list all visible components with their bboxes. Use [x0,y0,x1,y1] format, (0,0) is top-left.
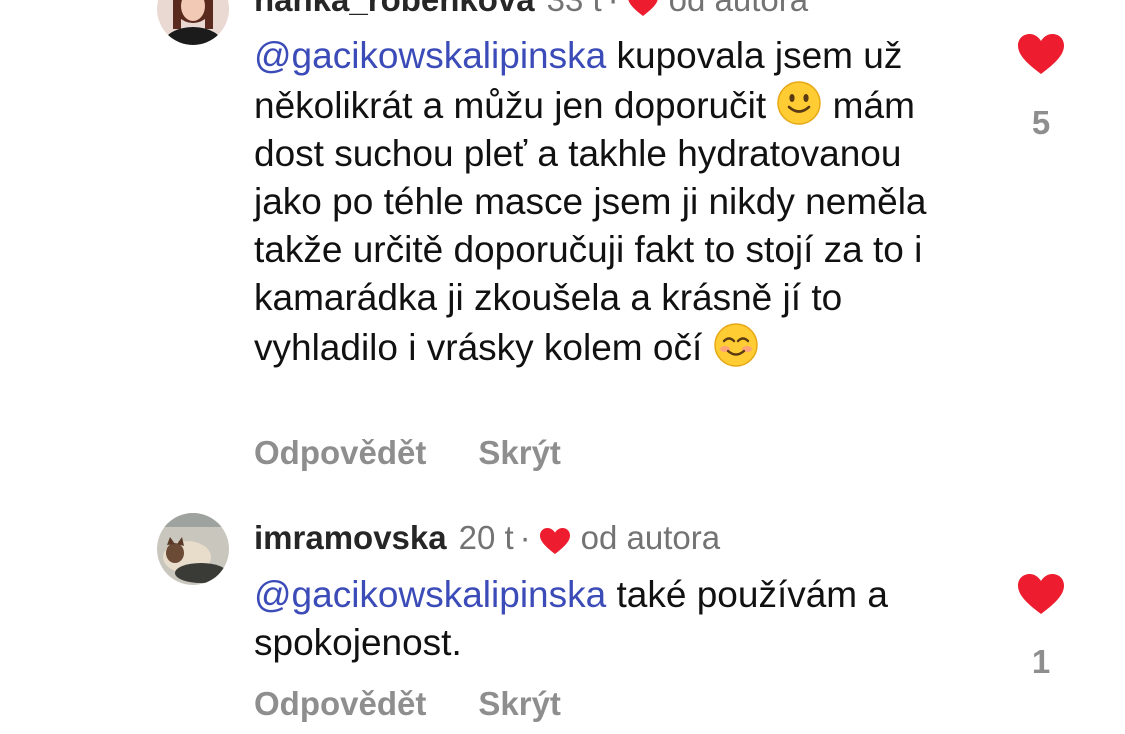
reply-button[interactable]: Odpovědět [254,434,426,471]
separator: · [519,519,531,556]
hide-button[interactable]: Skrýt [478,685,561,722]
heart-icon [627,0,659,16]
comment-text: @gacikowskalipinska také používám a spok… [254,571,974,667]
slightly-smiling-face-emoji [776,80,822,126]
timestamp: 33 t [547,0,602,20]
comment-text-part: mám dost suchou pleť a takhle hydratovan… [254,85,927,368]
like-count: 5 [1031,104,1051,141]
avatar[interactable] [157,513,229,585]
avatar[interactable] [157,0,229,45]
mention-link[interactable]: @gacikowskalipinska [254,35,606,76]
reply-button[interactable]: Odpovědět [254,685,426,722]
comment-header: hanka_robenkova 33 t · od autora [254,0,808,20]
separator: · [608,0,619,20]
heart-icon [539,524,571,554]
comment-text: @gacikowskalipinska kupovala jsem už něk… [254,32,974,372]
username[interactable]: imramovska [254,518,447,558]
heart-icon[interactable] [1016,32,1066,76]
hide-button[interactable]: Skrýt [478,434,561,471]
comment-header: imramovska 20 t · od autora [254,518,720,558]
comment-actions: Odpovědět Skrýt [254,434,561,472]
username[interactable]: hanka_robenkova [254,0,535,20]
liked-by-author-label: od autora [580,519,721,556]
comment-actions: Odpovědět Skrýt [254,685,561,723]
liked-by-author-label: od autora [669,0,808,20]
relieved-smiling-face-emoji [713,322,759,368]
mention-link[interactable]: @gacikowskalipinska [254,574,606,615]
like-count: 1 [1031,643,1051,680]
heart-icon[interactable] [1016,572,1066,616]
timestamp: 20 t [458,519,514,556]
